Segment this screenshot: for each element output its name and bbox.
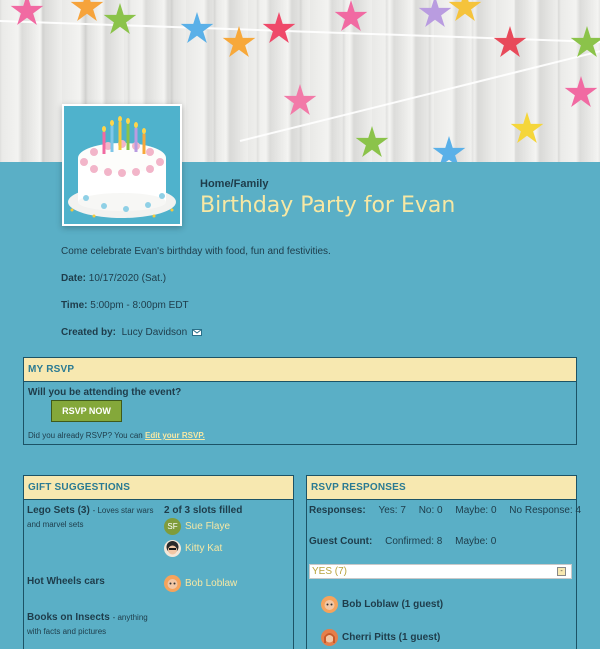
already-rsvp-text: Did you already RSVP? You can: [28, 431, 143, 440]
event-description: Come celebrate Evan's birthday with food…: [61, 246, 331, 257]
event-cake-image: [62, 104, 182, 226]
yes-count: Yes: 7: [378, 505, 406, 516]
yes-group-header[interactable]: YES (7) -: [309, 564, 572, 579]
guest-name[interactable]: Bob Loblaw (1 guest): [342, 599, 443, 610]
gift-claimer-name[interactable]: Sue Flaye: [185, 521, 230, 532]
gift-item[interactable]: Hot Wheels cars: [27, 575, 157, 589]
guest-count-label: Guest Count:: [309, 536, 373, 547]
gift-item[interactable]: Books on Insects - anything with facts a…: [27, 611, 157, 639]
avatar: SF: [164, 518, 181, 535]
creator-name: Lucy Davidson: [121, 327, 188, 338]
maybe-count: Maybe: 0: [455, 505, 497, 516]
rsvp-responses-heading: RSVP RESPONSES: [307, 476, 576, 500]
collapse-icon[interactable]: -: [557, 567, 566, 576]
response-summary: Responses: Yes: 7 No: 0 Maybe: 0 No Resp…: [309, 505, 581, 516]
avatar: [321, 629, 338, 646]
gift-suggestions-heading: GIFT SUGGESTIONS: [24, 476, 293, 500]
my-rsvp-panel: MY RSVP Will you be attending the event?…: [23, 357, 577, 445]
page-title: Birthday Party for Evan: [200, 193, 456, 218]
date-label: Date:: [61, 273, 87, 284]
guest-count-summary: Guest Count: Confirmed: 8 Maybe: 0: [309, 536, 496, 547]
responses-label: Responses:: [309, 505, 366, 516]
gift-item-title: Lego Sets (3): [27, 505, 90, 516]
gift-item[interactable]: Lego Sets (3) - Loves star wars and marv…: [27, 504, 157, 532]
guest-name[interactable]: Cherri Pitts (1 guest): [342, 632, 440, 643]
no-response-count: No Response: 4: [509, 505, 582, 516]
gift-claimer-name[interactable]: Bob Loblaw: [185, 578, 237, 589]
mail-icon[interactable]: [191, 328, 202, 336]
event-time: Time: 5:00pm - 8:00pm EDT: [61, 300, 189, 311]
time-label: Time:: [61, 300, 88, 311]
attendance-question: Will you be attending the event?: [28, 387, 182, 398]
event-creator: Created by: Lucy Davidson: [61, 327, 202, 338]
guest-maybe-count: Maybe: 0: [455, 536, 497, 547]
gift-item-title: Hot Wheels cars: [27, 576, 105, 587]
no-count: No: 0: [418, 505, 443, 516]
breadcrumb[interactable]: Home/Family: [200, 178, 268, 190]
already-rsvp-note: Did you already RSVP? You can Edit your …: [28, 431, 205, 440]
avatar: [164, 575, 181, 592]
my-rsvp-heading: MY RSVP: [24, 358, 576, 382]
edit-rsvp-link[interactable]: Edit your RSVP.: [145, 431, 205, 440]
time-value: 5:00pm - 8:00pm EDT: [90, 300, 189, 311]
gift-claimer-name[interactable]: Kitty Kat: [185, 543, 222, 554]
avatar: [164, 540, 181, 557]
date-value: 10/17/2020 (Sat.): [88, 273, 167, 284]
created-by-label: Created by:: [61, 327, 117, 338]
avatar: [321, 596, 338, 613]
confirmed-count: Confirmed: 8: [385, 536, 443, 547]
rsvp-responses-panel: RSVP RESPONSES: [306, 475, 577, 649]
event-date: Date: 10/17/2020 (Sat.): [61, 273, 166, 284]
gift-item-title: Books on Insects: [27, 612, 110, 623]
yes-group-label: YES (7): [312, 566, 348, 577]
slots-filled-text: 2 of 3 slots filled: [164, 505, 243, 516]
rsvp-now-button[interactable]: RSVP NOW: [51, 400, 122, 422]
